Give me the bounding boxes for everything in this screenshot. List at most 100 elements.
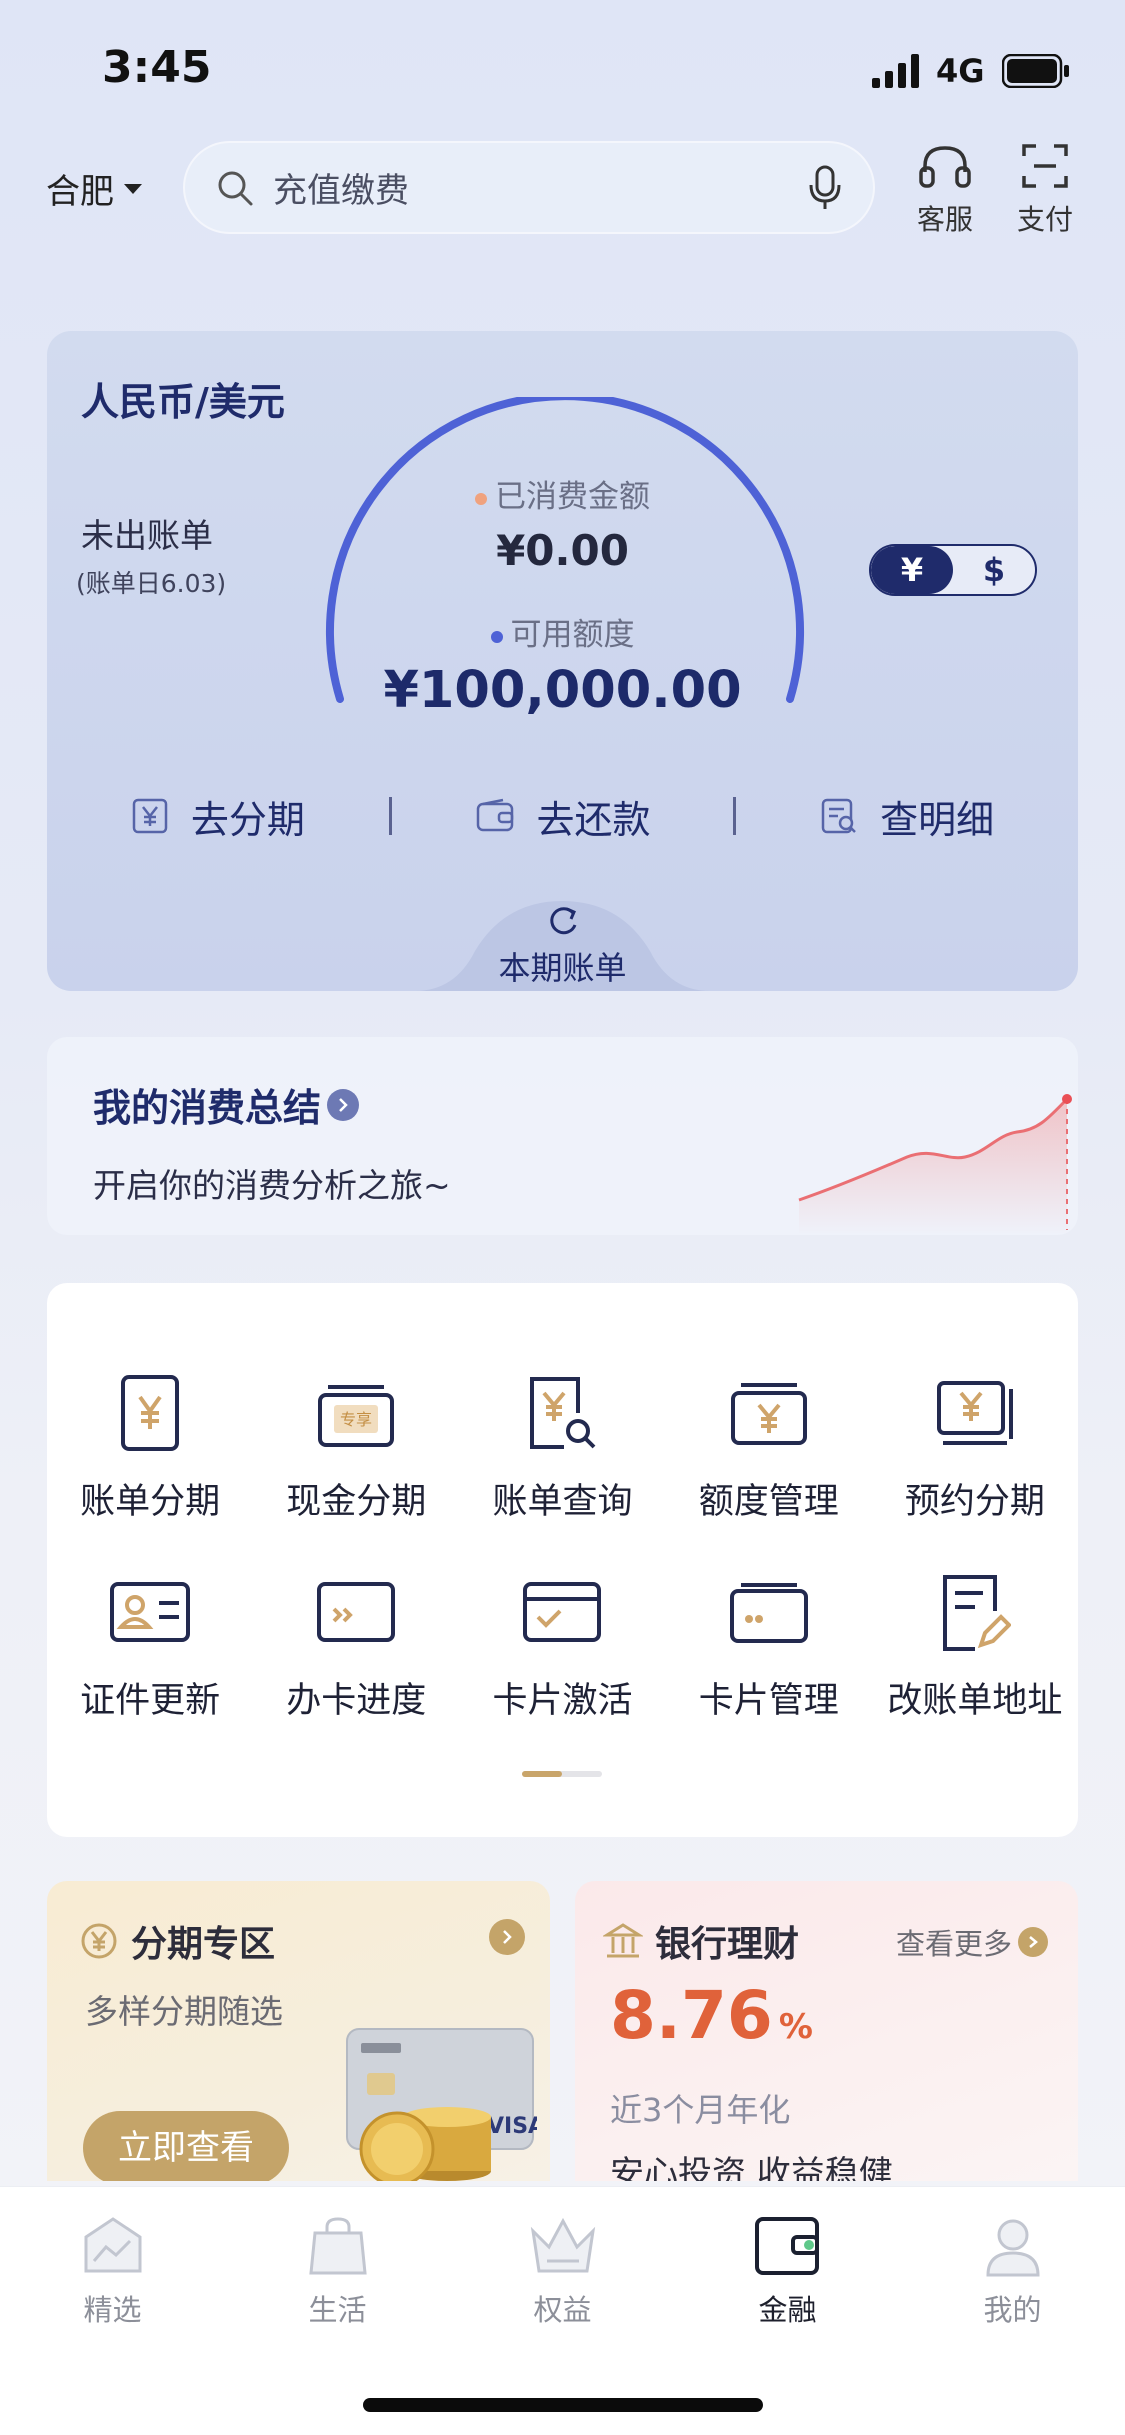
- service-card-activate[interactable]: 卡片激活: [459, 1570, 665, 1723]
- battery-icon: [1002, 54, 1069, 88]
- crown-icon: [530, 2217, 595, 2273]
- installment-promo-title: 分期专区: [79, 1915, 275, 1967]
- consumed-dot-icon: [475, 492, 487, 505]
- chevron-down-icon: [124, 183, 142, 194]
- pay-button[interactable]: 支付: [1000, 142, 1090, 238]
- svg-text:VISA: VISA: [487, 2114, 537, 2139]
- customer-service-button[interactable]: 客服: [900, 142, 990, 238]
- yen-box-icon: [132, 798, 168, 834]
- featured-icon: [84, 2217, 141, 2273]
- available-label: 可用额度: [47, 609, 1078, 654]
- spending-trend-sparkline: [798, 1094, 1072, 1235]
- card-actions: 去分期 去还款 查明细: [47, 781, 1078, 851]
- cash-installment-icon: 专享: [318, 1385, 395, 1447]
- card-activate-icon: [523, 1582, 602, 1642]
- wealth-promo-title-text: 银行理财: [655, 1924, 800, 1965]
- view-more-link[interactable]: 查看更多: [896, 1921, 1048, 1963]
- wealth-promo-card[interactable]: 银行理财 查看更多 8.76% 近3个月年化 安心投资 收益稳健: [575, 1881, 1078, 2181]
- wealth-description: 安心投资 收益稳健: [610, 2154, 893, 2181]
- credit-card-coins-illustration: VISA: [346, 2028, 537, 2181]
- detail-action-label: 查明细: [880, 797, 995, 842]
- signal-icon: [872, 54, 919, 88]
- service-id-update[interactable]: 证件更新: [47, 1570, 253, 1723]
- yield-rate-label: 近3个月年化: [610, 2091, 791, 2129]
- yen-circle-icon: [81, 1923, 117, 1959]
- chevron-right-icon: [327, 1088, 360, 1121]
- bank-icon: [603, 1923, 643, 1958]
- installment-action-button[interactable]: 去分期: [47, 789, 389, 844]
- yield-rate-value: 8.76: [610, 1977, 773, 2054]
- microphone-icon[interactable]: [807, 165, 843, 211]
- summary-subtitle: 开启你的消费分析之旅~: [93, 1166, 451, 1205]
- city-selector[interactable]: 合肥: [46, 164, 142, 213]
- tab-life[interactable]: 生活: [225, 2211, 450, 2329]
- network-type: 4G: [936, 52, 985, 90]
- service-card-management[interactable]: 卡片管理: [666, 1570, 872, 1723]
- current-bill-tab[interactable]: 本期账单: [415, 891, 710, 991]
- view-now-button[interactable]: 立即查看: [83, 2111, 289, 2181]
- credit-balance-card: 人民币/美元 未出账单 (账单日6.03) 已消费金额 ¥0.00 可用额度 ¥…: [47, 331, 1078, 991]
- available-amount: ¥100,000.00: [383, 661, 742, 720]
- service-card-progress[interactable]: 办卡进度: [253, 1570, 459, 1723]
- chevron-right-icon[interactable]: [489, 1919, 525, 1955]
- service-label: 卡片管理: [698, 1681, 839, 1721]
- tab-benefits[interactable]: 权益: [450, 2211, 675, 2329]
- service-label: 账单查询: [492, 1482, 633, 1522]
- summary-title-text: 我的消费总结: [93, 1086, 322, 1130]
- search-input[interactable]: 充值缴费: [273, 163, 807, 212]
- refresh-icon: [550, 907, 577, 935]
- tab-finance[interactable]: 金融: [675, 2211, 900, 2329]
- service-scheduled-installment[interactable]: 预约分期: [872, 1371, 1078, 1524]
- service-bill-installment[interactable]: 账单分期: [47, 1371, 253, 1524]
- svg-text:专享: 专享: [340, 1410, 372, 1429]
- tab-label: 权益: [533, 2293, 592, 2327]
- detail-search-icon: [821, 798, 857, 834]
- repay-action-button[interactable]: 去还款: [392, 789, 734, 844]
- installment-promo-subtitle: 多样分期随选: [85, 1992, 283, 2031]
- currency-toggle[interactable]: ¥ $: [869, 544, 1037, 596]
- scan-pay-icon: [1022, 144, 1068, 188]
- search-icon: [218, 171, 253, 205]
- service-label: 现金分期: [286, 1482, 427, 1522]
- currency-title: 人民币/美元: [81, 380, 285, 424]
- currency-cny-option[interactable]: ¥: [871, 546, 953, 594]
- tab-label: 精选: [83, 2293, 142, 2327]
- installment-promo-title-text: 分期专区: [131, 1924, 276, 1965]
- tab-profile[interactable]: 我的: [900, 2211, 1125, 2329]
- id-update-icon: [110, 1582, 191, 1642]
- view-more-label: 查看更多: [895, 1927, 1012, 1961]
- scheduled-installment-icon: [936, 1381, 1013, 1445]
- yield-rate: 8.76%: [610, 1977, 813, 2054]
- service-label: 预约分期: [904, 1482, 1045, 1522]
- tab-featured[interactable]: 精选: [0, 2211, 225, 2329]
- service-bill-query[interactable]: 账单查询: [459, 1371, 665, 1524]
- yield-rate-unit: %: [778, 2007, 813, 2047]
- installment-promo-card[interactable]: 分期专区 多样分期随选 VISA 立即查看: [47, 1881, 550, 2181]
- search-bar[interactable]: 充值缴费: [183, 141, 875, 234]
- bill-query-icon: [530, 1377, 596, 1449]
- service-limit-management[interactable]: 额度管理: [666, 1371, 872, 1524]
- consumed-label: 已消费金额: [47, 471, 1078, 516]
- wallet-icon: [476, 798, 513, 832]
- profile-icon: [985, 2219, 1040, 2277]
- service-cash-installment[interactable]: 专享 现金分期: [253, 1371, 459, 1524]
- services-grid: 账单分期 专享 现金分期 账单查询 额度管理 预约分期 证件更新 办卡进度 卡片…: [47, 1371, 1078, 1723]
- detail-action-button[interactable]: 查明细: [736, 789, 1078, 844]
- available-dot-icon: [490, 630, 503, 643]
- card-progress-icon: [317, 1582, 396, 1642]
- home-indicator: [363, 2398, 763, 2412]
- summary-title: 我的消费总结: [93, 1077, 360, 1132]
- installment-action-label: 去分期: [190, 797, 305, 842]
- headset-icon: [919, 146, 971, 188]
- life-bag-icon: [308, 2217, 367, 2275]
- service-label: 卡片激活: [492, 1681, 633, 1721]
- service-address-edit[interactable]: 改账单地址: [872, 1570, 1078, 1723]
- service-label: 账单分期: [80, 1482, 221, 1522]
- page-indicator: [522, 1771, 602, 1777]
- finance-wallet-icon: [754, 2217, 819, 2275]
- tab-label: 金融: [758, 2293, 817, 2327]
- services-card: 账单分期 专享 现金分期 账单查询 额度管理 预约分期 证件更新 办卡进度 卡片…: [47, 1283, 1078, 1837]
- spending-summary-card[interactable]: 我的消费总结 开启你的消费分析之旅~: [47, 1037, 1078, 1235]
- currency-usd-option[interactable]: $: [953, 546, 1035, 594]
- repay-action-label: 去还款: [536, 797, 651, 842]
